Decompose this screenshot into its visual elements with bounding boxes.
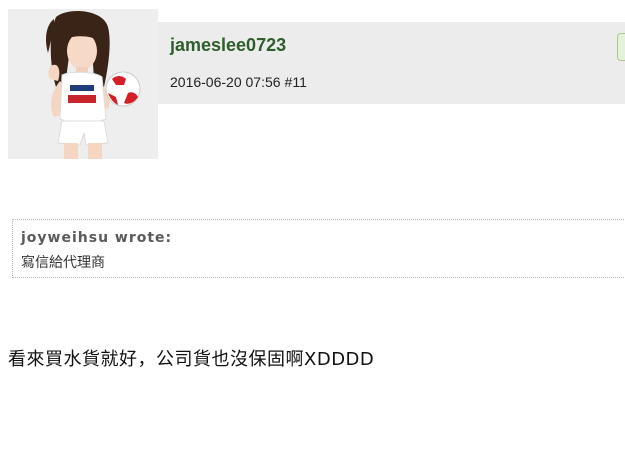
post-date: 2016-06-20 07:56 [170, 74, 281, 90]
post-header: jameslee0723 2016-06-20 07:56 #11 [158, 22, 625, 104]
action-button[interactable] [617, 33, 625, 61]
post-meta: 2016-06-20 07:56 #11 [170, 74, 307, 90]
username-link[interactable]: jameslee0723 [170, 35, 286, 56]
user-avatar[interactable] [8, 9, 158, 159]
post-number[interactable]: #11 [285, 74, 307, 90]
quote-block: joyweihsu wrote: 寫信給代理商 [12, 219, 625, 278]
quote-text: 寫信給代理商 [21, 255, 105, 271]
avatar-image [8, 9, 158, 159]
quote-author: joyweihsu wrote: [21, 230, 173, 246]
post-body: 看來買水貨就好，公司貨也沒保固啊XDDDD [8, 349, 375, 370]
